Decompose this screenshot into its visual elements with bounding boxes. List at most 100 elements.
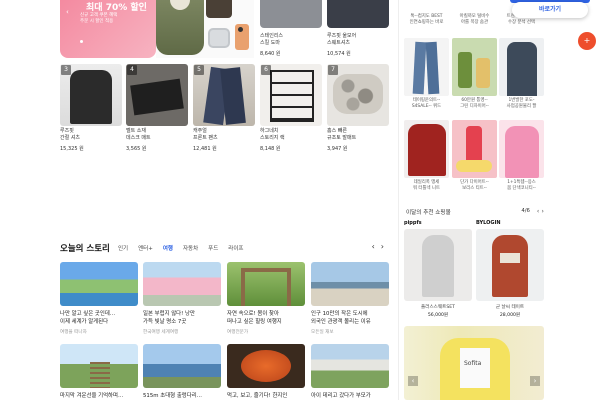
- shop-brand: BYLOGIN: [476, 220, 501, 226]
- story-image: [143, 262, 221, 306]
- story-prev-icon[interactable]: ‹: [372, 242, 381, 251]
- product-image: [404, 38, 449, 96]
- product-image: [499, 120, 544, 178]
- phone-case-image: [235, 24, 249, 50]
- ranked-product-card[interactable]: 4 벨트 소재 데스크 매트 3,565 원: [126, 64, 188, 152]
- tab-entertainment[interactable]: 엔터+: [138, 244, 153, 252]
- right-product-card[interactable]: 1번발한 포도- 사업공원물리 팔: [499, 38, 544, 110]
- tab-travel[interactable]: 여행: [163, 244, 173, 252]
- tab-car[interactable]: 자동차: [183, 244, 198, 252]
- story-card[interactable]: 나만 알고 싶은 곳인데… 이제 세계가 알게된다 여행을 떠나자: [60, 262, 138, 335]
- story-card[interactable]: 515m 초대형 출렁다리…: [143, 344, 221, 400]
- shop-product-name: 군 날씨 테이트: [495, 305, 525, 310]
- banner-subtext: 신규 고객 쿠폰 혜택 주문 시 할인 적용: [80, 13, 118, 24]
- reco-title: 이달의 추천 쇼핑몰: [406, 210, 451, 216]
- story-tabs: 인기 엔터+ 여행 자동차 푸드 라이프: [118, 244, 243, 252]
- rank-badge: 5: [194, 65, 204, 75]
- product-name: 데일리폭 맹세 워 터틀넥 니트: [412, 180, 441, 191]
- reco-header: 이달의 추천 쇼핑몰 4/6 ‹ ›: [406, 207, 544, 218]
- product-price: 8,640 원: [260, 51, 281, 57]
- reco-prev-icon[interactable]: ‹: [537, 207, 540, 215]
- product-name: 하그네치 스토리지 랙: [260, 128, 285, 141]
- green-sweater-image: [156, 0, 204, 55]
- handbag-image: [208, 28, 230, 48]
- product-image: [499, 38, 544, 96]
- story-header: 오늘의 스토리 인기 엔터+ 여행 자동차 푸드 라이프 ‹›: [60, 240, 390, 254]
- tab-life[interactable]: 라이프: [228, 244, 243, 252]
- story-card[interactable]: 자연 속으로! 봄이 찾아 떠나고 싶은 힐링 여행지 여행전문가: [227, 262, 305, 335]
- ad-next-icon[interactable]: ›: [530, 376, 540, 386]
- product-name: 단가 다이어트-- 보리스 티트--: [460, 180, 489, 191]
- product-image: 7: [327, 64, 389, 126]
- right-top-caption[interactable]: 톡--컴지도 BEST 인연쇼핑하는 바로: [404, 14, 449, 26]
- promo-banner[interactable]: ‹ 최대 70% 할인 신규 고객 쿠폰 혜택 주문 시 할인 적용: [60, 0, 156, 58]
- story-image: [311, 344, 389, 388]
- product-image: 3: [60, 64, 122, 126]
- banner-headline: 최대 70% 할인: [86, 3, 147, 13]
- story-headline: 아이 데리고 갔다가 부모가: [311, 393, 371, 399]
- story-image: [143, 344, 221, 388]
- shop-product-price: 28,000원: [499, 313, 521, 318]
- boots-image: [206, 0, 232, 18]
- story-image: [60, 262, 138, 306]
- ad-prev-icon[interactable]: ‹: [408, 376, 418, 386]
- product-name: 루즈핏 간절 셔츠: [60, 128, 80, 141]
- story-card[interactable]: 아이 데리고 갔다가 부모가: [311, 344, 389, 400]
- reco-page-indicator: 4/6: [521, 208, 530, 214]
- right-product-card[interactable]: 테이핑운의트-- S4SALE-- 위드: [404, 38, 449, 110]
- story-headline: 인구 10만의 작은 도시에 외국인 관광객 몰리는 이유: [311, 311, 371, 325]
- story-card[interactable]: 일본 부럽지 않다! 낭만 가득 빛날 명소 7곳 한국여행 세계여행: [143, 262, 221, 335]
- rank-badge: 4: [127, 65, 137, 75]
- story-title: 오늘의 스토리: [60, 244, 110, 254]
- banner-photo[interactable]: [156, 0, 254, 58]
- story-image: [311, 262, 389, 306]
- right-product-card[interactable]: 데일리폭 맹세 워 터틀넥 니트: [404, 120, 449, 192]
- story-source: 한국여행 세계여행: [143, 330, 179, 335]
- right-product-card[interactable]: 1+1특템--응스 봄 단색코니티--: [499, 120, 544, 192]
- reco-next-icon[interactable]: ›: [541, 207, 544, 215]
- story-card[interactable]: 마지막 겨운선을 기억하며…: [60, 344, 138, 400]
- right-product-card[interactable]: 단가 다이어트-- 보리스 티트--: [452, 120, 497, 192]
- large-ad-image[interactable]: Sofita ‹ ›: [404, 326, 544, 400]
- story-image: [227, 262, 305, 306]
- product-image: 5: [193, 64, 255, 126]
- banner-prev-arrow-icon[interactable]: ‹: [66, 8, 69, 16]
- product-price: 3,947 원: [327, 146, 348, 152]
- rank-badge: 6: [261, 65, 271, 75]
- story-card[interactable]: 인구 10만의 작은 도시에 외국인 관광객 몰리는 이유 모든일 재보: [311, 262, 389, 335]
- tab-popular[interactable]: 인기: [118, 244, 128, 252]
- product-name: 1+1특템--응스 봄 단색코니티--: [507, 180, 536, 191]
- ranked-product-card[interactable]: 7 홈스 빼른 규조토 발매트 3,947 원: [327, 64, 389, 152]
- story-headline: 자연 속으로! 봄이 찾아 떠나고 싶은 힐링 여행지: [227, 311, 282, 325]
- reco-shop-card[interactable]: pippfs 플러스스웨트SET 56,000원: [404, 220, 472, 318]
- product-price: 3,565 원: [126, 146, 147, 152]
- shirt-print: Sofita: [464, 360, 482, 367]
- product-name: 홈스 빼른 규조토 발매트: [327, 128, 357, 141]
- banner-indicator-dot: [80, 40, 83, 43]
- story-card[interactable]: 먹고, 보고, 즐기다! 한지인: [227, 344, 305, 400]
- shortcut-button[interactable]: 바로가기: [512, 2, 588, 18]
- reco-shop-card[interactable]: BYLOGIN 군 날씨 테이트 28,000원: [476, 220, 544, 318]
- add-shortcut-icon[interactable]: +: [578, 32, 596, 50]
- story-headline: 나만 알고 싶은 곳인데… 이제 세계가 알게된다: [60, 311, 116, 325]
- product-image: [260, 0, 322, 28]
- story-headline: 515m 초대형 출렁다리…: [143, 393, 203, 399]
- right-product-card[interactable]: 60만원 통영-- 그린 디자이어--: [452, 38, 497, 110]
- product-image: [452, 120, 497, 178]
- ranked-product-card[interactable]: 6 하그네치 스토리지 랙 8,148 원: [260, 64, 322, 152]
- story-source: 여행전문가: [227, 330, 249, 335]
- top-product-card[interactable]: 스테인리스 스킬 도마 8,640 원: [260, 0, 322, 57]
- ranked-product-card[interactable]: 3 루즈핏 간절 셔츠 15,325 원: [60, 64, 122, 152]
- story-headline: 먹고, 보고, 즐기다! 한지인: [227, 393, 288, 399]
- top-product-card[interactable]: 루즈핏 울모어 스웨트셔츠 10,574 원: [327, 0, 389, 57]
- rank-badge: 3: [61, 65, 71, 75]
- product-name: 60만원 통영-- 그린 디자이어--: [460, 98, 489, 109]
- ranked-product-card[interactable]: 5 캐주얼 프론트 팬츠 12,481 원: [193, 64, 255, 152]
- story-image: [60, 344, 138, 388]
- shop-image: [404, 229, 472, 301]
- story-next-icon[interactable]: ›: [381, 242, 390, 251]
- product-price: 15,325 원: [60, 146, 84, 152]
- right-top-caption[interactable]: 아킬까모 털비수 아를 목장 숨관: [452, 14, 497, 26]
- tab-food[interactable]: 푸드: [208, 244, 218, 252]
- left-gutter: [0, 0, 58, 400]
